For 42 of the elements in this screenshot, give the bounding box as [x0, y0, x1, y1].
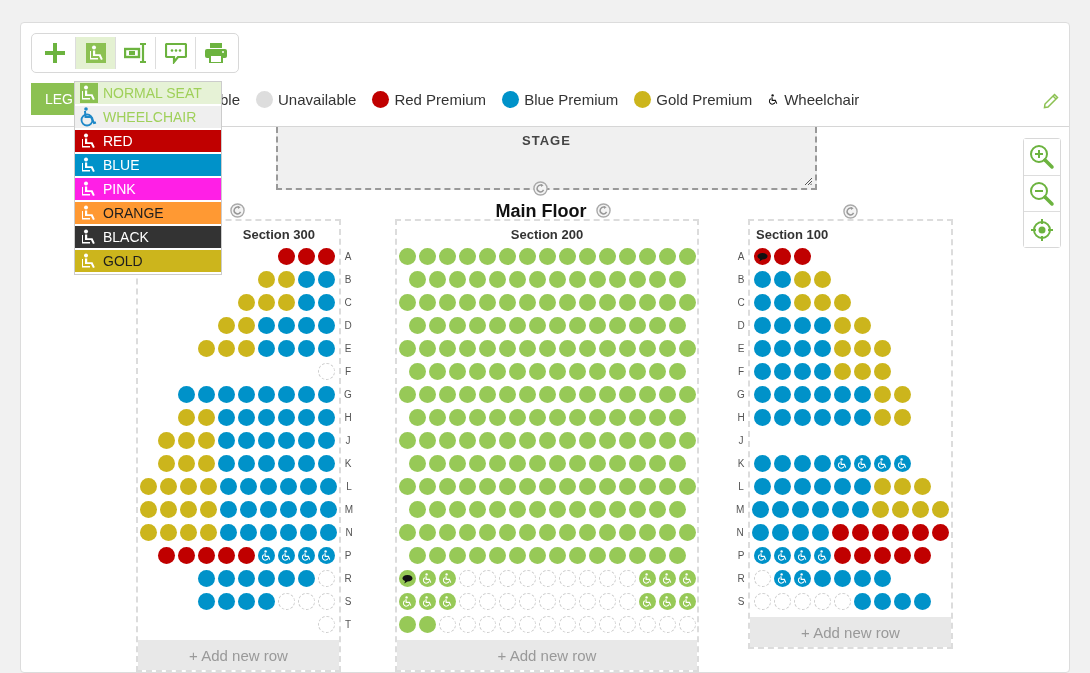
- row-label: E: [343, 343, 353, 354]
- stage-label: STAGE: [521, 133, 572, 148]
- row-label: T: [343, 619, 353, 630]
- row-label: J: [344, 435, 352, 446]
- row-label: A: [736, 251, 746, 262]
- row-label: R: [343, 573, 353, 584]
- row-label: C: [736, 297, 746, 308]
- row-label: F: [343, 366, 353, 377]
- row-label: B: [736, 274, 746, 285]
- row-label: S: [736, 596, 746, 607]
- row-label: L: [737, 481, 745, 492]
- row-label: F: [736, 366, 746, 377]
- row-label: E: [736, 343, 746, 354]
- row-label: D: [736, 320, 746, 331]
- legend-label: Red Premium: [394, 90, 487, 108]
- legend-label: Gold Premium: [656, 90, 753, 108]
- row-label: B: [343, 274, 353, 285]
- legend-label: Wheelchair: [784, 90, 860, 108]
- row-label: C: [343, 297, 353, 308]
- legend-label: Blue Premium: [524, 90, 619, 108]
- section-title: Section 100: [755, 227, 830, 243]
- row-label: G: [736, 389, 746, 400]
- row-label: S: [343, 596, 353, 607]
- row-label: K: [343, 458, 353, 469]
- row-label: N: [736, 527, 744, 538]
- row-label: G: [343, 389, 353, 400]
- row-label: L: [345, 481, 353, 492]
- section-title: Section 200: [509, 227, 585, 243]
- row-label: M: [736, 504, 745, 515]
- row-label: D: [343, 320, 353, 331]
- row-label: R: [736, 573, 746, 584]
- row-label: H: [343, 412, 353, 423]
- row-label: P: [343, 550, 353, 561]
- floor-title: Main Floor: [494, 201, 588, 222]
- legend-label: Unavailable: [278, 90, 357, 108]
- row-label: P: [736, 550, 746, 561]
- row-label: M: [344, 504, 353, 515]
- row-label: J: [737, 435, 745, 446]
- row-label: N: [345, 527, 353, 538]
- row-label: H: [736, 412, 746, 423]
- row-label: K: [736, 458, 746, 469]
- row-label: A: [343, 251, 353, 262]
